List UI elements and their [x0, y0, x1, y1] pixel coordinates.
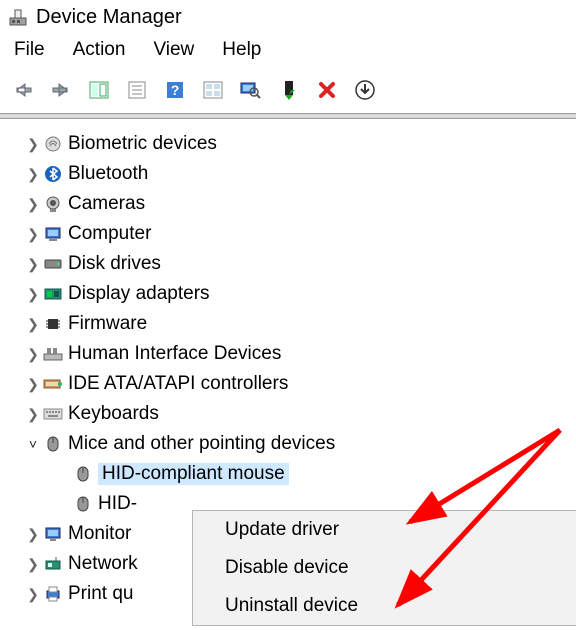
monitor-icon	[42, 526, 64, 542]
menu-help[interactable]: Help	[222, 39, 261, 61]
mouse-icon	[72, 495, 94, 513]
tree-item-firmware[interactable]: ❯ Firmware	[24, 309, 572, 339]
tree-label: Firmware	[68, 313, 147, 335]
expand-caret[interactable]: ❯	[24, 526, 42, 543]
disk-icon	[42, 257, 64, 271]
tree-item-computer[interactable]: ❯ Computer	[24, 219, 572, 249]
help-button[interactable]: ?	[160, 75, 190, 105]
network-icon	[42, 556, 64, 572]
expand-caret[interactable]: ❯	[24, 226, 42, 243]
tree-label: Keyboards	[68, 403, 159, 425]
tree-label: Monitor	[68, 523, 131, 545]
chip-icon	[42, 315, 64, 333]
ctx-uninstall-device[interactable]: Uninstall device	[193, 587, 576, 625]
mouse-icon	[72, 465, 94, 483]
show-hide-tree-button[interactable]	[84, 75, 114, 105]
tree-item-disk-drives[interactable]: ❯ Disk drives	[24, 249, 572, 279]
keyboard-icon	[42, 408, 64, 420]
menu-file[interactable]: File	[14, 39, 45, 61]
device-manager-icon	[8, 8, 28, 28]
tree-label: Bluetooth	[68, 163, 148, 185]
mouse-icon	[42, 435, 64, 453]
gpu-icon	[42, 287, 64, 301]
tree-label: Computer	[68, 223, 151, 245]
tree-item-display-adapters[interactable]: ❯ Display adapters	[24, 279, 572, 309]
menu-view[interactable]: View	[153, 39, 194, 61]
scan-for-changes-button[interactable]	[236, 75, 266, 105]
expand-caret[interactable]: ❯	[24, 196, 42, 213]
tree-label: HID-compliant mouse	[98, 463, 289, 485]
tree-label: Mice and other pointing devices	[68, 433, 335, 455]
titlebar: Device Manager	[0, 0, 576, 31]
toolbar: ?	[0, 71, 576, 113]
tree-label: HID-	[98, 493, 137, 515]
expand-caret[interactable]: ❯	[24, 286, 42, 303]
expand-caret[interactable]: ❯	[24, 346, 42, 363]
tree-item-hid[interactable]: ❯ Human Interface Devices	[24, 339, 572, 369]
tree-item-hid-mouse-1[interactable]: HID-compliant mouse	[24, 459, 572, 489]
expand-caret[interactable]: ❯	[24, 586, 42, 603]
ide-icon	[42, 377, 64, 391]
expand-caret[interactable]: ❯	[24, 406, 42, 423]
expand-caret[interactable]: ❯	[24, 256, 42, 273]
expand-caret[interactable]: ❯	[24, 166, 42, 183]
back-button[interactable]	[8, 75, 38, 105]
tree-item-ide[interactable]: ❯ IDE ATA/ATAPI controllers	[24, 369, 572, 399]
printer-icon	[42, 586, 64, 602]
tree-item-keyboards[interactable]: ❯ Keyboards	[24, 399, 572, 429]
expand-caret[interactable]: ❯	[24, 136, 42, 153]
tree-label: Human Interface Devices	[68, 343, 281, 365]
tree-label: Print qu	[68, 583, 133, 605]
enable-device-button[interactable]	[274, 75, 304, 105]
tree-item-biometric[interactable]: ❯ Biometric devices	[24, 129, 572, 159]
svg-text:?: ?	[171, 82, 180, 98]
ctx-disable-device[interactable]: Disable device	[193, 549, 576, 587]
menu-action[interactable]: Action	[73, 39, 126, 61]
fingerprint-icon	[42, 135, 64, 153]
expand-caret[interactable]: ❯	[24, 376, 42, 393]
tree-label: Network	[68, 553, 138, 575]
window-title: Device Manager	[36, 6, 182, 29]
tree-label: IDE ATA/ATAPI controllers	[68, 373, 288, 395]
context-menu: Update driver Disable device Uninstall d…	[192, 510, 576, 626]
tree-label: Biometric devices	[68, 133, 217, 155]
collapse-caret[interactable]: ˅	[24, 436, 42, 452]
camera-icon	[42, 195, 64, 213]
menubar: File Action View Help	[0, 31, 576, 71]
expand-caret[interactable]: ❯	[24, 556, 42, 573]
scan-hardware-button[interactable]	[198, 75, 228, 105]
tree-label: Disk drives	[68, 253, 161, 275]
tree-item-bluetooth[interactable]: ❯ Bluetooth	[24, 159, 572, 189]
ctx-update-driver[interactable]: Update driver	[193, 511, 576, 549]
disable-uninstall-button[interactable]	[312, 75, 342, 105]
tree-item-mice[interactable]: ˅ Mice and other pointing devices	[24, 429, 572, 459]
computer-icon	[42, 225, 64, 243]
update-driver-button[interactable]	[350, 75, 380, 105]
hid-icon	[42, 346, 64, 362]
tree-label: Cameras	[68, 193, 145, 215]
properties-button[interactable]	[122, 75, 152, 105]
tree-item-cameras[interactable]: ❯ Cameras	[24, 189, 572, 219]
expand-caret[interactable]: ❯	[24, 316, 42, 333]
tree-label: Display adapters	[68, 283, 210, 305]
forward-button[interactable]	[46, 75, 76, 105]
bluetooth-icon	[42, 165, 64, 183]
